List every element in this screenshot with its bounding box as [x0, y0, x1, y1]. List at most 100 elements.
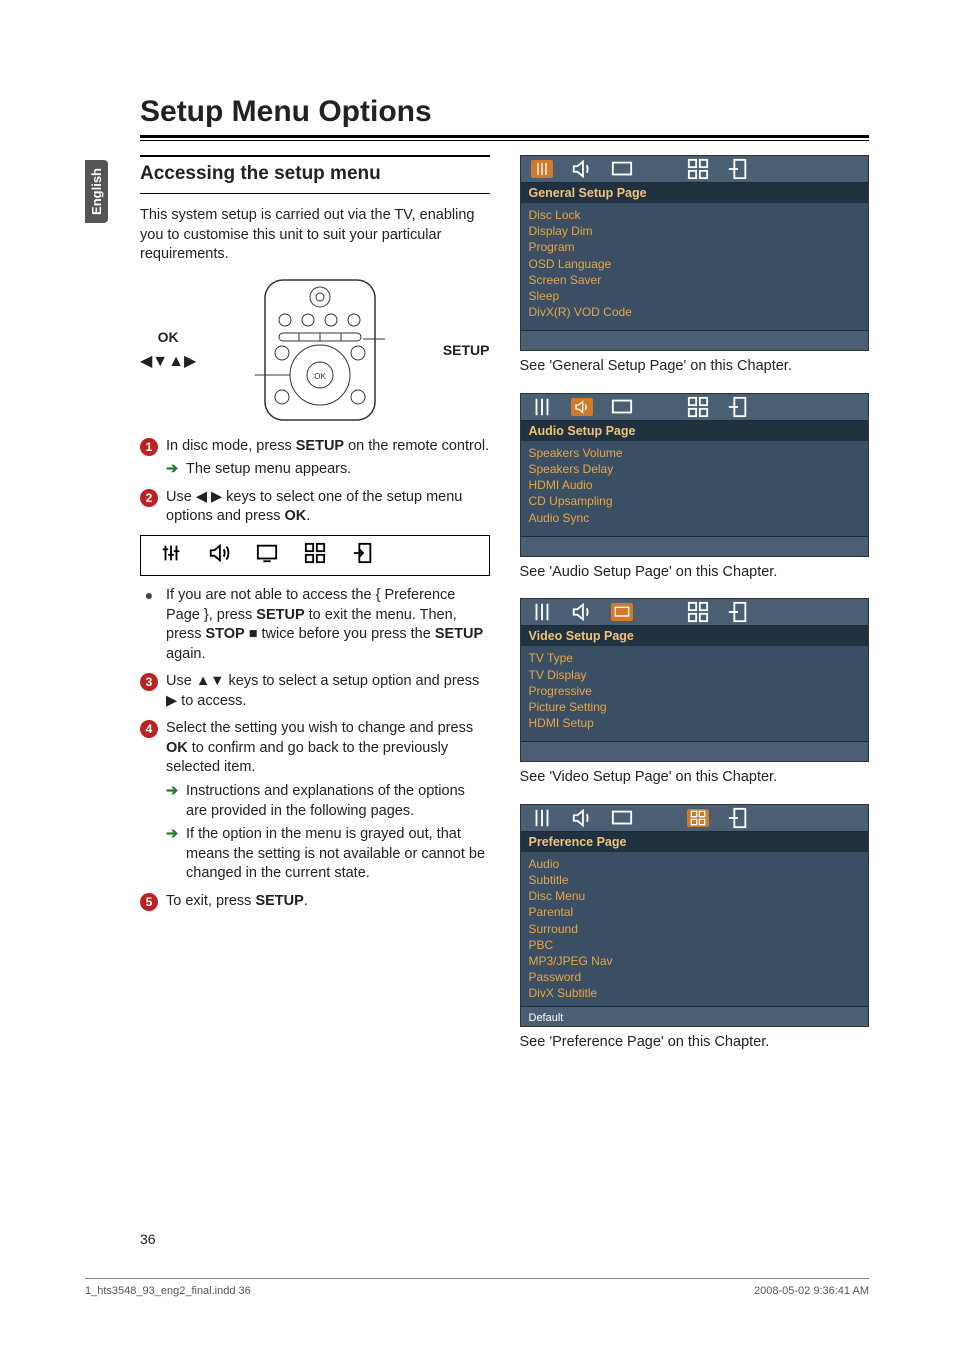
- exit-icon: [351, 542, 375, 569]
- step-badge-4: 4: [140, 720, 158, 738]
- tv-icon: [611, 398, 633, 416]
- step-3: 3 Use ▲▼ keys to select a setup option a…: [140, 672, 490, 711]
- caption-video: See 'Video Setup Page' on this Chapter.: [520, 768, 870, 788]
- osd-title: Audio Setup Page: [521, 421, 869, 441]
- osd-video: Video Setup Page TV Type TV Display Prog…: [520, 598, 870, 762]
- osd-footer: [521, 536, 869, 556]
- left-column: Accessing the setup menu This system set…: [140, 155, 490, 1068]
- osd-footer: [521, 741, 869, 761]
- arrow-icon: ➔: [166, 825, 180, 884]
- list-item: Speakers Volume: [529, 445, 861, 461]
- step-1: 1 In disc mode, press SETUP on the remot…: [140, 437, 490, 480]
- list-item: DivX Subtitle: [529, 985, 861, 1001]
- list-item: Sleep: [529, 288, 861, 304]
- list-item: DivX(R) VOD Code: [529, 304, 861, 320]
- osd-title: Preference Page: [521, 832, 869, 852]
- s2b: OK: [285, 508, 307, 524]
- bD: STOP: [206, 626, 245, 642]
- bullet-icon: ●: [140, 587, 158, 664]
- settings-icon: [531, 809, 553, 827]
- bB: SETUP: [256, 607, 304, 623]
- osd-list-audio: Speakers Volume Speakers Delay HDMI Audi…: [521, 441, 869, 536]
- list-item: Progressive: [529, 683, 861, 699]
- footer-right: 2008-05-02 9:36:41 AM: [754, 1285, 869, 1297]
- caption-audio: See 'Audio Setup Page' on this Chapter.: [520, 563, 870, 583]
- remote-label-setup: SETUP: [443, 342, 490, 358]
- footer-left: 1_hts3548_93_eng2_final.indd 36: [85, 1285, 251, 1297]
- osd-list-general: Disc Lock Display Dim Program OSD Langua…: [521, 203, 869, 330]
- s1c: on the remote control.: [344, 438, 489, 454]
- osd-general: General Setup Page Disc Lock Display Dim…: [520, 155, 870, 351]
- tv-icon: [611, 603, 633, 621]
- step-2: 2 Use ◀ ▶ keys to select one of the setu…: [140, 488, 490, 527]
- list-item: Display Dim: [529, 223, 861, 239]
- grid-icon: [303, 542, 327, 569]
- step-badge-3: 3: [140, 673, 158, 691]
- list-item: Speakers Delay: [529, 461, 861, 477]
- page-title: Setup Menu Options: [140, 95, 869, 129]
- speaker-icon: [571, 603, 593, 621]
- list-item: Program: [529, 239, 861, 255]
- list-item: Screen Saver: [529, 272, 861, 288]
- s4arrow1: Instructions and explanations of the opt…: [186, 782, 490, 821]
- list-item: CD Upsampling: [529, 493, 861, 509]
- step-badge-5: 5: [140, 893, 158, 911]
- rule-thick: [140, 135, 869, 138]
- bG: again.: [166, 646, 206, 662]
- speaker-icon: [571, 160, 593, 178]
- osd-footer: [521, 330, 869, 350]
- exit-icon: [727, 398, 749, 416]
- list-item: TV Type: [529, 650, 861, 666]
- arrow-icon: ➔: [166, 460, 180, 480]
- tv-icon: [255, 542, 279, 569]
- osd-preference: Preference Page Audio Subtitle Disc Menu…: [520, 804, 870, 1027]
- bullet-note: ● If you are not able to access the { Pr…: [140, 586, 490, 664]
- list-item: HDMI Setup: [529, 715, 861, 731]
- osd-list-pref: Audio Subtitle Disc Menu Parental Surrou…: [521, 852, 869, 1006]
- page-content: Setup Menu Options Accessing the setup m…: [0, 0, 954, 1108]
- osd-footer: Default: [521, 1006, 869, 1026]
- osd-title: Video Setup Page: [521, 626, 869, 646]
- arrow-icon: ➔: [166, 782, 180, 821]
- list-item: OSD Language: [529, 256, 861, 272]
- subheading: Accessing the setup menu: [140, 163, 490, 185]
- osd-list-video: TV Type TV Display Progressive Picture S…: [521, 646, 869, 741]
- bF: SETUP: [435, 626, 483, 642]
- step-badge-2: 2: [140, 489, 158, 507]
- list-item: Surround: [529, 921, 861, 937]
- rule-thin: [140, 140, 869, 141]
- list-item: Password: [529, 969, 861, 985]
- s4c: to confirm and go back to the previously…: [166, 740, 448, 776]
- intro-text: This system setup is carried out via the…: [140, 206, 490, 265]
- list-item: Disc Lock: [529, 207, 861, 223]
- s5b: SETUP: [255, 893, 303, 909]
- grid-icon: [687, 809, 709, 827]
- list-item: Disc Menu: [529, 888, 861, 904]
- list-item: PBC: [529, 937, 861, 953]
- setup-tab-bar: [140, 535, 490, 576]
- page-number: 36: [140, 1231, 156, 1247]
- remote-illustration: OK: [255, 275, 385, 425]
- s2c: .: [306, 508, 310, 524]
- settings-icon: [531, 398, 553, 416]
- list-item: Parental: [529, 904, 861, 920]
- page-footer: 1_hts3548_93_eng2_final.indd 36 2008-05-…: [85, 1278, 869, 1297]
- remote-label-ok: OK: [140, 329, 196, 345]
- grid-icon: [687, 603, 709, 621]
- s3: Use ▲▼ keys to select a setup option and…: [166, 672, 490, 711]
- remote-figure: OK ◀▼▲▶ OK: [140, 275, 490, 425]
- subheading-block: Accessing the setup menu: [140, 155, 490, 194]
- list-item: Audio Sync: [529, 510, 861, 526]
- grid-icon: [687, 160, 709, 178]
- speaker-icon: [571, 809, 593, 827]
- s5a: To exit, press: [166, 893, 255, 909]
- settings-icon: [531, 603, 553, 621]
- s4arrow2: If the option in the menu is grayed out,…: [186, 825, 490, 884]
- s1b: SETUP: [296, 438, 344, 454]
- bE: ■ twice before you press the: [245, 626, 435, 642]
- s5c: .: [304, 893, 308, 909]
- exit-icon: [727, 160, 749, 178]
- s1arrow: The setup menu appears.: [186, 460, 351, 480]
- step-4: 4 Select the setting you wish to change …: [140, 719, 490, 884]
- speaker-icon: [571, 398, 593, 416]
